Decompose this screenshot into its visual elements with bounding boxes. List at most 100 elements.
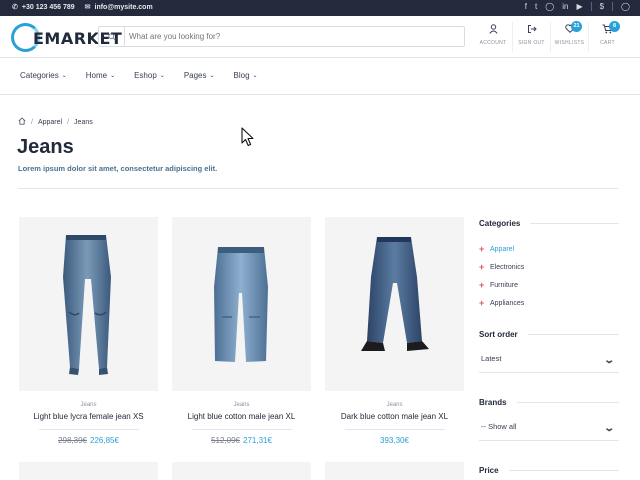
phone-icon: ✆ xyxy=(12,4,18,11)
dollar-icon[interactable]: $ xyxy=(600,2,604,11)
cart-count-badge: 8 xyxy=(609,21,620,32)
filter-title-text: Price xyxy=(479,466,499,475)
category-item-furniture[interactable]: + Furniture xyxy=(479,276,619,294)
product-image[interactable] xyxy=(172,217,311,391)
divider xyxy=(516,402,619,403)
breadcrumb-separator: / xyxy=(67,118,70,126)
filter-title-text: Categories xyxy=(479,219,521,228)
nav-item-blog[interactable]: Blog ⌄ xyxy=(234,71,258,80)
mail-icon: ✉ xyxy=(84,4,91,11)
old-price: 512,09€ xyxy=(211,436,240,445)
product-image[interactable] xyxy=(172,462,311,480)
page-title: Jeans xyxy=(17,136,74,158)
product-image[interactable] xyxy=(325,217,464,391)
category-label: Apparel xyxy=(490,245,515,253)
brands-value: -- Show all xyxy=(481,422,517,431)
nav-label: Eshop xyxy=(134,71,157,80)
current-price: 226,85€ xyxy=(90,436,119,445)
nav-item-categories[interactable]: Categories ⌄ xyxy=(20,71,67,80)
product-card[interactable]: Jeans Light blue lycra female jean XS 29… xyxy=(19,217,158,445)
nav-item-eshop[interactable]: Eshop ⌄ xyxy=(134,71,165,80)
contact-info: ✆ +30 123 456 789 ✉ info@mysite.com xyxy=(12,3,153,12)
product-category[interactable]: Jeans xyxy=(325,402,464,408)
sort-order-select[interactable]: Latest ⌄ xyxy=(479,351,619,373)
linkedin-icon[interactable]: in xyxy=(562,2,568,11)
chevron-down-icon: ⌄ xyxy=(159,73,165,79)
social-links: f t ◯ in ▶ $ ◯ xyxy=(525,2,630,11)
plus-icon: + xyxy=(479,280,485,290)
chevron-down-icon: ⌄ xyxy=(252,73,258,79)
divider xyxy=(18,188,618,189)
brands-filter: Brands -- Show all ⌄ xyxy=(479,398,619,441)
user-icon xyxy=(474,24,512,38)
plus-icon: + xyxy=(479,298,485,308)
brands-select[interactable]: -- Show all ⌄ xyxy=(479,419,619,441)
product-name[interactable]: Light blue lycra female jean XS xyxy=(19,412,158,421)
breadcrumb-separator: / xyxy=(31,118,33,126)
divider xyxy=(530,223,619,224)
product-name[interactable]: Dark blue cotton male jean XL xyxy=(325,412,464,421)
plus-icon: + xyxy=(479,244,485,254)
categories-filter: Categories + Apparel + Electronics + Furnit… xyxy=(479,219,619,312)
chevron-down-icon: ⌄ xyxy=(61,73,67,79)
product-price: 512,09€ 271,31€ xyxy=(172,436,311,445)
heart-icon xyxy=(551,24,588,38)
product-image[interactable] xyxy=(325,462,464,480)
breadcrumb: / Apparel / Jeans xyxy=(18,117,93,127)
divider xyxy=(38,429,139,430)
old-price: 298,39€ xyxy=(58,436,87,445)
sort-order-filter: Sort order Latest ⌄ xyxy=(479,330,619,373)
product-card[interactable]: Jeans Dark blue cotton male jean XL 393,… xyxy=(325,217,464,445)
search-input[interactable] xyxy=(129,29,449,44)
home-icon[interactable] xyxy=(18,117,26,127)
product-image[interactable] xyxy=(19,462,158,480)
nav-item-pages[interactable]: Pages ⌄ xyxy=(184,71,215,80)
category-item-electronics[interactable]: + Electronics xyxy=(479,258,619,276)
instagram-icon[interactable]: ◯ xyxy=(545,2,554,11)
current-price: 271,31€ xyxy=(243,436,272,445)
site-header: EMARKET ACCOUNT SIGN OUT 21 WISHLISTS xyxy=(0,16,640,58)
product-name[interactable]: Light blue cotton male jean XL xyxy=(172,412,311,421)
cart-button[interactable]: 8 CART xyxy=(588,21,626,52)
category-label: Electronics xyxy=(490,263,525,271)
globe-icon[interactable]: ◯ xyxy=(621,2,630,11)
breadcrumb-item-apparel[interactable]: Apparel xyxy=(38,119,62,126)
category-item-appliances[interactable]: + Appliances xyxy=(479,294,619,312)
wishlist-button[interactable]: 21 WISHLISTS xyxy=(550,21,588,52)
wishlist-count-badge: 21 xyxy=(571,21,582,32)
product-price: 393,30€ xyxy=(325,436,464,445)
product-image[interactable] xyxy=(19,217,158,391)
product-category[interactable]: Jeans xyxy=(172,402,311,408)
product-card[interactable]: Jeans Light blue cotton male jean XL 512… xyxy=(172,217,311,445)
filter-title: Categories xyxy=(479,219,619,228)
phone-number[interactable]: +30 123 456 789 xyxy=(22,4,75,11)
nav-label: Pages xyxy=(183,71,207,80)
email-address[interactable]: info@mysite.com xyxy=(95,4,153,11)
search-icon[interactable] xyxy=(99,27,125,46)
logo[interactable]: EMARKET xyxy=(10,21,122,53)
filter-title: Price xyxy=(479,466,619,475)
product-category[interactable]: Jeans xyxy=(19,402,158,408)
youtube-icon[interactable]: ▶ xyxy=(576,2,582,11)
price-filter: Price xyxy=(479,466,619,475)
sign-out-label: SIGN OUT xyxy=(518,40,545,46)
main-nav: Categories ⌄ Home ⌄ Eshop ⌄ Pages ⌄ Blog ⌄ xyxy=(0,59,640,95)
divider xyxy=(612,2,614,11)
sign-out-button[interactable]: SIGN OUT xyxy=(512,22,550,52)
category-item-apparel[interactable]: + Apparel xyxy=(479,240,619,258)
breadcrumb-item-jeans: Jeans xyxy=(74,118,93,126)
account-button[interactable]: ACCOUNT xyxy=(474,22,512,52)
nav-label: Blog xyxy=(233,71,250,80)
current-price: 393,30€ xyxy=(380,436,409,445)
category-list: + Apparel + Electronics + Furniture + Applia… xyxy=(479,240,619,312)
chevron-down-icon: ⌄ xyxy=(602,423,615,434)
sort-order-value: Latest xyxy=(481,354,502,363)
nav-item-home[interactable]: Home ⌄ xyxy=(86,71,115,80)
nav-label: Categories xyxy=(20,71,59,80)
twitter-icon[interactable]: t xyxy=(535,2,537,11)
category-label: Appliances xyxy=(490,299,525,307)
facebook-icon[interactable]: f xyxy=(525,2,527,11)
cart-label: CART xyxy=(600,40,615,46)
product-price: 298,39€ 226,85€ xyxy=(19,436,158,445)
page-subtitle: Lorem ipsum dolor sit amet, consectetur … xyxy=(18,164,218,173)
